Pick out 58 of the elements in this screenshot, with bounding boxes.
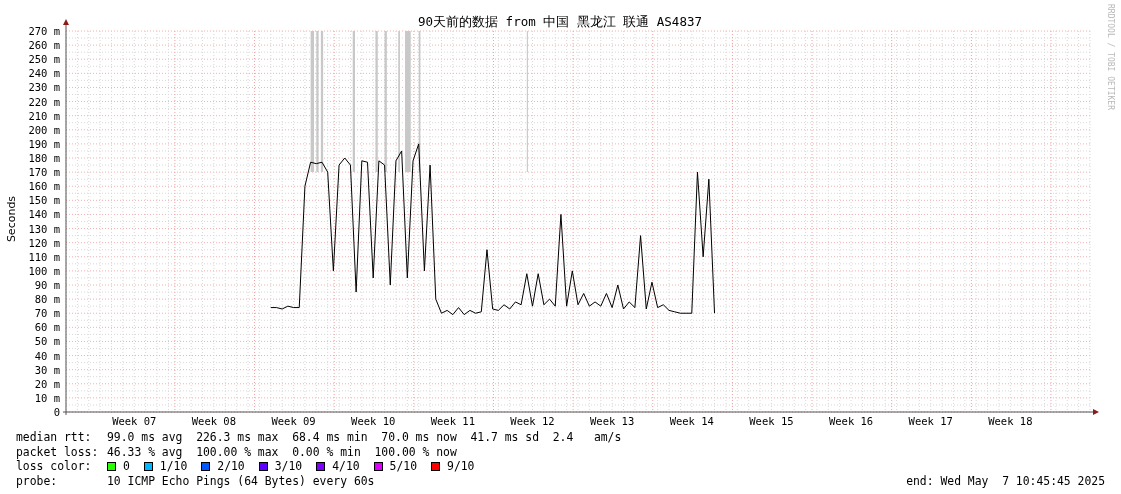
x-tick-label: Week 07 bbox=[112, 415, 157, 427]
x-tick-label: Week 14 bbox=[669, 415, 714, 427]
y-tick-label: 60 m bbox=[34, 321, 60, 334]
swatch-label: 4/10 bbox=[332, 459, 360, 474]
y-tick-label: 180 m bbox=[28, 152, 60, 164]
x-tick-label: Week 15 bbox=[749, 415, 794, 427]
legend-label: median rtt: bbox=[16, 430, 93, 445]
x-tick-label: Week 13 bbox=[590, 415, 635, 427]
y-tick-label: 220 m bbox=[28, 95, 60, 108]
chart-title: 90天前的数据 from 中国 黑龙江 联通 AS4837 bbox=[418, 14, 702, 29]
x-tick-label: Week 08 bbox=[191, 415, 237, 427]
y-tick-label: 240 m bbox=[28, 67, 60, 80]
y-tick-label: 270 m bbox=[28, 25, 60, 37]
y-tick-label: 30 m bbox=[34, 363, 60, 376]
y-tick-label: 70 m bbox=[34, 307, 60, 320]
legend-label: probe: bbox=[16, 473, 59, 488]
y-tick-label: 210 m bbox=[28, 109, 60, 122]
y-axis-label: Seconds bbox=[5, 195, 18, 243]
swatch-label: 2/10 bbox=[217, 459, 245, 474]
y-tick-label: 110 m bbox=[28, 250, 60, 263]
y-tick-label: 40 m bbox=[34, 349, 60, 362]
y-tick-label: 0 bbox=[53, 406, 60, 418]
x-tick-label: Week 09 bbox=[271, 415, 316, 427]
x-tick-label: Week 12 bbox=[510, 415, 555, 427]
swatch-label: 0 bbox=[123, 459, 130, 474]
legend-value: 46.33 % avg 100.00 % max 0.00 % min 100.00 % now bbox=[107, 444, 458, 459]
y-tick-label: 250 m bbox=[28, 53, 60, 66]
swatch-label: 9/10 bbox=[447, 459, 475, 474]
y-tick-label: 170 m bbox=[28, 166, 60, 179]
x-tick-label: Week 16 bbox=[828, 415, 874, 427]
y-tick-label: 120 m bbox=[28, 236, 60, 249]
x-tick-label: Week 11 bbox=[430, 415, 475, 427]
y-tick-label: 130 m bbox=[28, 222, 60, 235]
y-tick-label: 20 m bbox=[34, 377, 60, 390]
y-tick-label: 140 m bbox=[28, 208, 60, 221]
y-tick-label: 260 m bbox=[28, 39, 60, 52]
y-tick-label: 10 m bbox=[34, 391, 60, 404]
legend-label: packet loss: bbox=[16, 444, 100, 459]
y-tick-label: 90 m bbox=[34, 279, 60, 291]
end-time: end: Wed May 7 10:45:45 2025 bbox=[906, 473, 1105, 488]
y-tick-label: 230 m bbox=[28, 81, 60, 94]
x-tick-label: Week 10 bbox=[351, 415, 396, 427]
x-tick-label: Week 17 bbox=[908, 415, 953, 427]
y-tick-label: 190 m bbox=[28, 137, 60, 150]
x-tick-label: Week 18 bbox=[988, 415, 1033, 427]
y-tick-label: 80 m bbox=[34, 293, 60, 306]
y-tick-label: 200 m bbox=[28, 123, 60, 136]
legend-value: 99.0 ms avg 226.3 ms max 68.4 ms min 70.0 ms now 41.7 ms sd 2.4 am/s bbox=[107, 430, 623, 445]
credit-text: RRDTOOL / TOBI OETIKER bbox=[1106, 4, 1115, 110]
probe-text: 10 ICMP Echo Pings (64 Bytes) every 60s bbox=[107, 473, 375, 488]
swatch-label: 5/10 bbox=[389, 459, 418, 474]
swatch-label: 3/10 bbox=[274, 459, 303, 474]
y-tick-label: 50 m bbox=[34, 335, 60, 348]
y-tick-label: 160 m bbox=[28, 180, 60, 193]
y-tick-label: 100 m bbox=[28, 264, 60, 277]
y-tick-label: 150 m bbox=[28, 194, 60, 207]
swatch-label: 1/10 bbox=[159, 459, 188, 474]
legend-label: loss color: bbox=[16, 459, 93, 474]
